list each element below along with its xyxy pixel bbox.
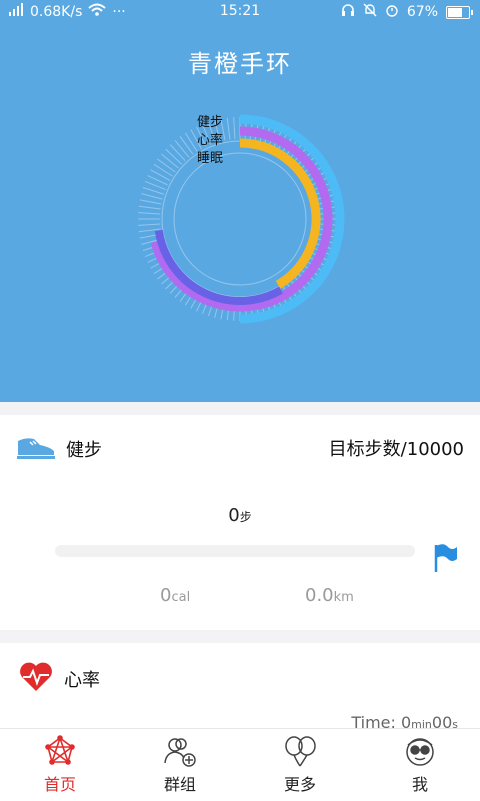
- distance-stat: 0.0km: [305, 585, 354, 606]
- ring-tick: [150, 169, 171, 181]
- ring-tick: [184, 132, 198, 152]
- ring-tick: [174, 140, 190, 158]
- heart-rate-card[interactable]: 心率 Time: 0min00s: [0, 643, 480, 732]
- ring-label-steps: 健步: [197, 115, 224, 130]
- tab-more-label: 更多: [283, 775, 316, 794]
- heart-card-header: 心率: [18, 661, 100, 697]
- ring-tick: [226, 117, 231, 140]
- calories-stat: 0cal: [160, 585, 190, 606]
- ring-label-sleep: 睡眠: [197, 151, 224, 166]
- steps-card[interactable]: 健步 目标步数/10000 0步 0cal 0.0km: [0, 415, 480, 630]
- heart-card-title: 心率: [64, 670, 100, 691]
- tab-home[interactable]: 首页: [0, 729, 120, 801]
- ring-tick: [141, 193, 163, 200]
- profile-face-icon: [404, 735, 436, 767]
- ring-tick: [138, 223, 161, 226]
- distance-unit: km: [333, 590, 354, 605]
- steps-count: 0步: [0, 505, 480, 526]
- headphones-icon: [341, 3, 355, 21]
- steps-card-header: 健步: [16, 433, 102, 465]
- battery-icon: [446, 5, 473, 19]
- ring-tick: [138, 205, 161, 210]
- ring-tick: [169, 144, 186, 162]
- balloons-icon: [284, 735, 316, 767]
- steps-progress-track: [55, 545, 415, 557]
- mute-bell-icon: [363, 3, 377, 21]
- inner-ring-arc: [154, 229, 283, 305]
- tab-me-label: 我: [411, 775, 428, 794]
- battery-percent: 67%: [406, 4, 438, 20]
- ring-tick: [161, 153, 179, 169]
- ring-tick: [139, 199, 162, 205]
- page-title: 青橙手环: [188, 50, 292, 78]
- steps-goal[interactable]: 目标步数/10000: [329, 435, 464, 461]
- ring-guide: [173, 152, 307, 286]
- calories-value: 0: [160, 585, 172, 606]
- tab-groups-label: 群组: [163, 775, 196, 794]
- sneaker-icon: [16, 433, 56, 465]
- steps-card-title: 健步: [66, 440, 102, 461]
- steps-value: 0: [228, 505, 240, 526]
- tab-groups[interactable]: 群组: [120, 729, 240, 801]
- ring-tick: [179, 136, 194, 155]
- status-bar: 0.68K/s ··· 15:21 67%: [0, 0, 480, 24]
- tab-me[interactable]: 我: [360, 729, 480, 801]
- distance-value: 0.0: [305, 585, 334, 606]
- ring-label-heart: 心率: [197, 133, 224, 148]
- ring-labels: 健步 心率 睡眠: [197, 114, 223, 168]
- summary-hero: 青橙手环 健步 心率 睡眠: [0, 24, 480, 402]
- ring-tick: [157, 158, 176, 173]
- tab-home-label: 首页: [43, 775, 76, 794]
- ring-tick: [138, 212, 161, 215]
- ring-tick: [153, 163, 173, 177]
- activity-rings: 健步 心率 睡眠: [130, 109, 360, 329]
- ring-tick: [165, 148, 183, 165]
- steps-unit: 步: [239, 510, 252, 524]
- tab-more[interactable]: 更多: [240, 729, 360, 801]
- status-right: 67%: [341, 3, 473, 21]
- goal-flag-icon: [432, 543, 458, 577]
- bottom-tab-bar: 首页 群组 更多 我: [0, 728, 480, 801]
- alarm-icon: [385, 3, 399, 21]
- heart-pulse-icon: [18, 661, 54, 697]
- add-user-icon: [164, 735, 196, 767]
- rings-chart: [138, 114, 345, 324]
- calories-unit: cal: [171, 590, 191, 605]
- ring-tick: [233, 117, 236, 140]
- network-icon: [44, 735, 76, 767]
- ring-tick: [142, 187, 165, 195]
